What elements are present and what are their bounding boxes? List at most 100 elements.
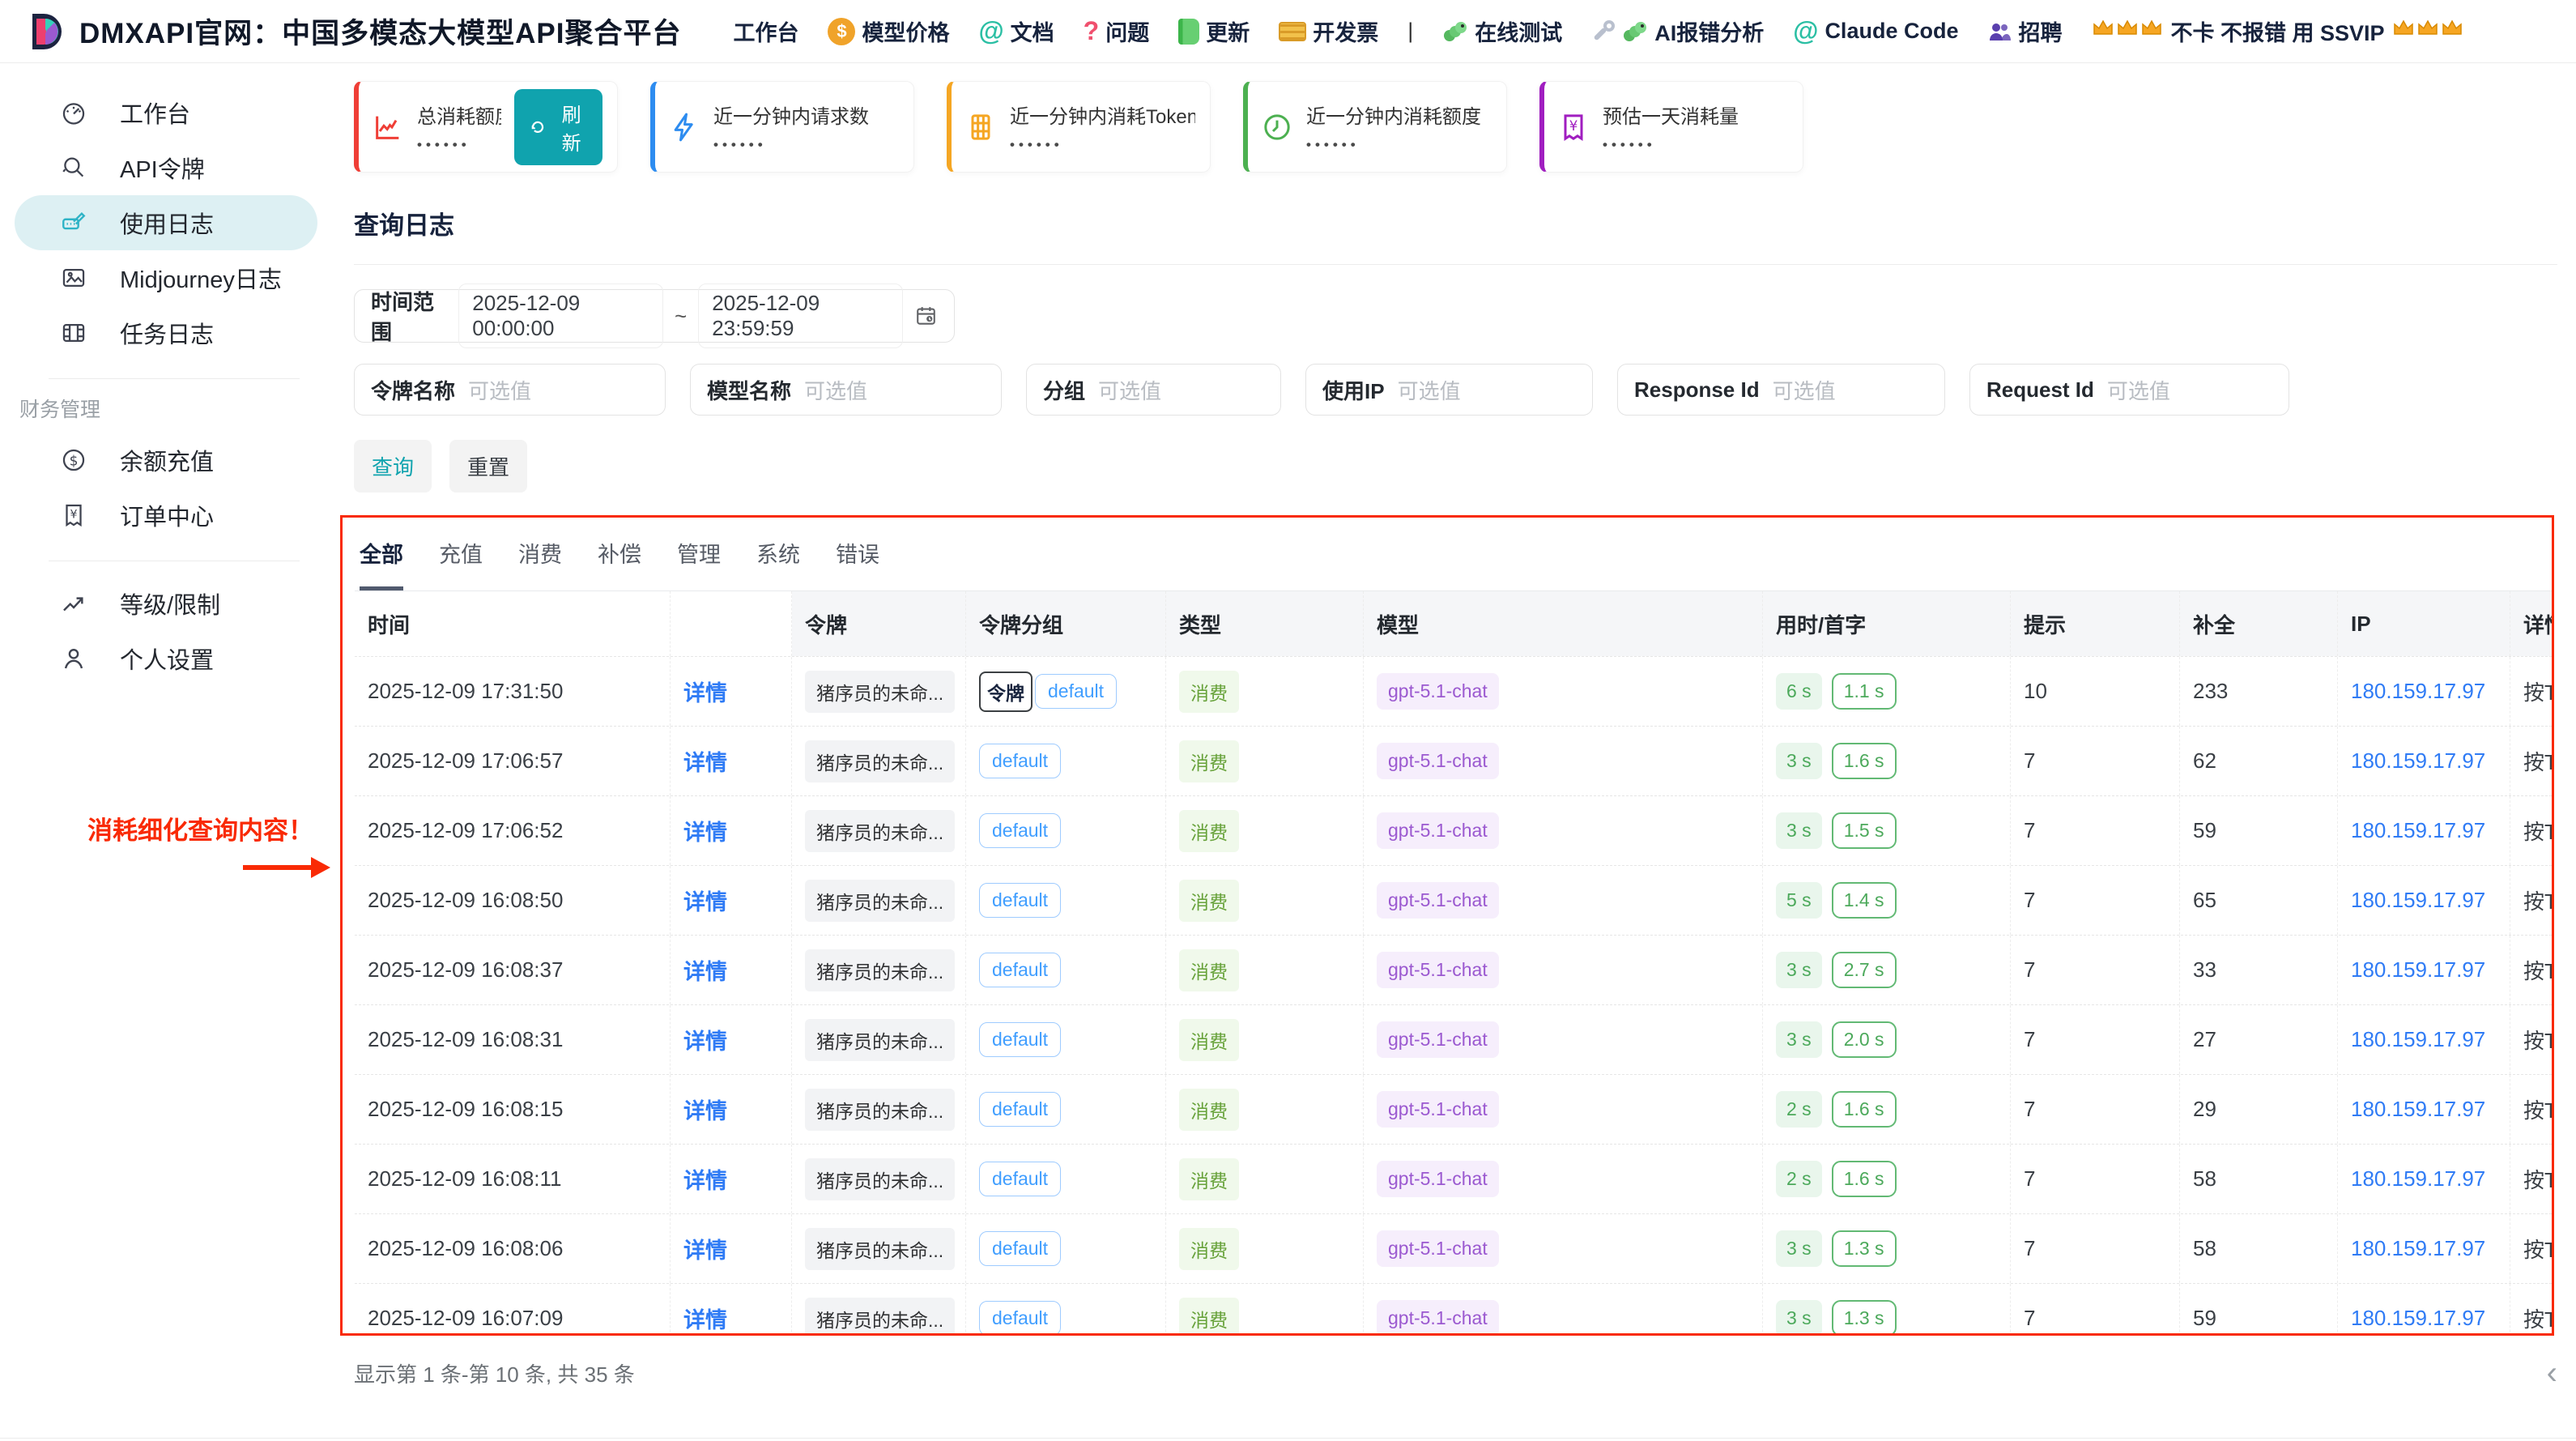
sidebar-item-task-logs[interactable]: 任务日志 [15, 305, 317, 360]
nav-online-test[interactable]: 在线测试 [1442, 15, 1562, 47]
filter-placeholder: 可选值 [2107, 375, 2170, 405]
stat-title: 近一分钟内消耗Token数 [1010, 100, 1195, 129]
stat-value-hidden: •••••• [417, 137, 501, 153]
film-icon [60, 319, 87, 347]
sidebar-item-tier-limits[interactable]: 等级/限制 [15, 576, 317, 631]
cell-detail-text: 按Token计 [2510, 1145, 2554, 1213]
annotated-table-region: 全部 充值 消费 补偿 管理 系统 错误 时间 令牌 令牌分组 类型 模型 用时… [340, 515, 2554, 1336]
cell-detail-link[interactable]: 详情 [671, 657, 792, 726]
cell-detail-link[interactable]: 详情 [671, 866, 792, 935]
tab-system[interactable]: 系统 [756, 537, 800, 590]
filter-label: 使用IP [1322, 375, 1385, 405]
nav-ssvip[interactable]: 不卡 不报错 用 SSVIP [2091, 15, 2463, 47]
cell-prompt: 7 [2011, 1145, 2180, 1213]
cell-ip[interactable]: 180.159.17.97 [2338, 866, 2510, 935]
sidebar-item-balance-topup[interactable]: $ 余额充值 [15, 433, 317, 488]
nav-docs[interactable]: @文档 [978, 15, 1054, 47]
tab-compensation[interactable]: 补偿 [598, 537, 641, 590]
cell-ip[interactable]: 180.159.17.97 [2338, 657, 2510, 726]
response-id-filter[interactable]: Response Id 可选值 [1617, 364, 1945, 416]
main-content: 总消耗额度 •••••• 刷新 近一分钟内请求数 •••••• 近一分钟内消耗T… [332, 63, 2576, 1389]
cell-ip[interactable]: 180.159.17.97 [2338, 727, 2510, 795]
finance-section-label: 财务管理 [0, 394, 332, 423]
nav-model-price[interactable]: $模型价格 [828, 15, 949, 47]
nav-workbench[interactable]: 工作台 [733, 15, 798, 47]
cell-time: 2025-12-09 16:08:15 [355, 1075, 671, 1144]
cell-detail-text: 按Token计 [2510, 657, 2554, 726]
tab-error[interactable]: 错误 [836, 537, 879, 590]
stat-card-tokens-last-minute: 近一分钟内消耗Token数 •••••• [947, 81, 1211, 173]
cell-detail-link[interactable]: 详情 [671, 1075, 792, 1144]
ip-filter[interactable]: 使用IP 可选值 [1305, 364, 1593, 416]
cell-detail-link[interactable]: 详情 [671, 1145, 792, 1213]
stat-title: 预估一天消耗量 [1603, 100, 1739, 129]
cell-type: 消费 [1166, 657, 1364, 726]
request-id-filter[interactable]: Request Id 可选值 [1969, 364, 2289, 416]
nav-questions[interactable]: ?问题 [1084, 15, 1150, 47]
table-row: 2025-12-09 17:31:50详情猪序员的未命...令牌default消… [355, 656, 2552, 727]
sidebar-item-personal-settings[interactable]: 个人设置 [15, 631, 317, 686]
sidebar-divider [49, 378, 300, 379]
token-chip: 猪序员的未命... [805, 740, 955, 782]
search-button[interactable]: 查询 [354, 440, 432, 492]
table-row: 2025-12-09 16:08:31详情猪序员的未命...default消费g… [355, 1005, 2552, 1075]
stat-card-requests-last-minute: 近一分钟内请求数 •••••• [650, 81, 914, 173]
tab-all[interactable]: 全部 [360, 537, 403, 590]
cell-token: 猪序员的未命... [792, 1284, 966, 1336]
cell-ip[interactable]: 180.159.17.97 [2338, 936, 2510, 1004]
tab-admin[interactable]: 管理 [677, 537, 721, 590]
cell-ip[interactable]: 180.159.17.97 [2338, 1075, 2510, 1144]
cell-detail-link[interactable]: 详情 [671, 1284, 792, 1336]
sidebar-item-label: 余额充值 [120, 443, 214, 477]
nav-updates[interactable]: 更新 [1178, 15, 1250, 47]
cell-duration: 3 s1.5 s [1763, 796, 2011, 865]
cell-ip[interactable]: 180.159.17.97 [2338, 1284, 2510, 1336]
tab-topup[interactable]: 充值 [439, 537, 483, 590]
cell-detail-text: 按Token计 [2510, 1075, 2554, 1144]
nav-invoice[interactable]: 开发票 [1279, 15, 1378, 47]
sidebar-item-midjourney-logs[interactable]: Midjourney日志 [15, 250, 317, 305]
sidebar-item-api-tokens[interactable]: API令牌 [15, 140, 317, 195]
model-name-filter[interactable]: 模型名称 可选值 [690, 364, 1002, 416]
cell-token-group: 令牌default [966, 657, 1166, 726]
cell-detail-link[interactable]: 详情 [671, 1005, 792, 1074]
cell-ip[interactable]: 180.159.17.97 [2338, 796, 2510, 865]
cell-model: gpt-5.1-chat [1364, 936, 1763, 1004]
grid-icon [964, 111, 997, 143]
cell-ip[interactable]: 180.159.17.97 [2338, 1005, 2510, 1074]
cell-ip[interactable]: 180.159.17.97 [2338, 1145, 2510, 1213]
nav-claude-code[interactable]: @Claude Code [1793, 16, 1958, 46]
token-name-filter[interactable]: 令牌名称 可选值 [354, 364, 666, 416]
nav-ai-error-analysis[interactable]: AI报错分析 [1591, 15, 1764, 47]
cell-detail-link[interactable]: 详情 [671, 796, 792, 865]
nav-hiring[interactable]: 招聘 [1987, 15, 2062, 47]
bolt-icon [668, 111, 700, 143]
yen-receipt-icon: ¥ [60, 501, 87, 529]
cell-duration: 2 s1.6 s [1763, 1075, 2011, 1144]
cell-duration: 3 s2.7 s [1763, 936, 2011, 1004]
type-tag: 消费 [1179, 740, 1239, 782]
col-prompt: 提示 [2011, 591, 2180, 656]
sidebar-item-order-center[interactable]: ¥ 订单中心 [15, 488, 317, 543]
first-token-tag: 1.6 s [1832, 1091, 1897, 1128]
sidebar-item-usage-logs[interactable]: 使用日志 [15, 195, 317, 250]
time-to-input[interactable]: 2025-12-09 23:59:59 [698, 284, 903, 348]
tab-consume[interactable]: 消费 [518, 537, 562, 590]
cell-detail-link[interactable]: 详情 [671, 727, 792, 795]
cell-detail-link[interactable]: 详情 [671, 1214, 792, 1283]
reset-button[interactable]: 重置 [449, 440, 527, 492]
group-filter[interactable]: 分组 可选值 [1026, 364, 1281, 416]
prev-page-chevron[interactable]: ‹ [2547, 1357, 2557, 1389]
refresh-icon [529, 117, 547, 138]
calendar-icon[interactable] [914, 303, 938, 329]
cell-ip[interactable]: 180.159.17.97 [2338, 1214, 2510, 1283]
cell-token-group: default [966, 936, 1166, 1004]
log-edit-icon [60, 209, 87, 237]
cell-detail-link[interactable]: 详情 [671, 936, 792, 1004]
stat-value-hidden: •••••• [1603, 137, 1739, 153]
refresh-button[interactable]: 刷新 [514, 89, 602, 165]
cell-token-group: default [966, 727, 1166, 795]
sidebar-item-workbench[interactable]: 工作台 [15, 85, 317, 140]
duration-tag: 6 s [1776, 673, 1822, 710]
time-from-input[interactable]: 2025-12-09 00:00:00 [458, 284, 663, 348]
